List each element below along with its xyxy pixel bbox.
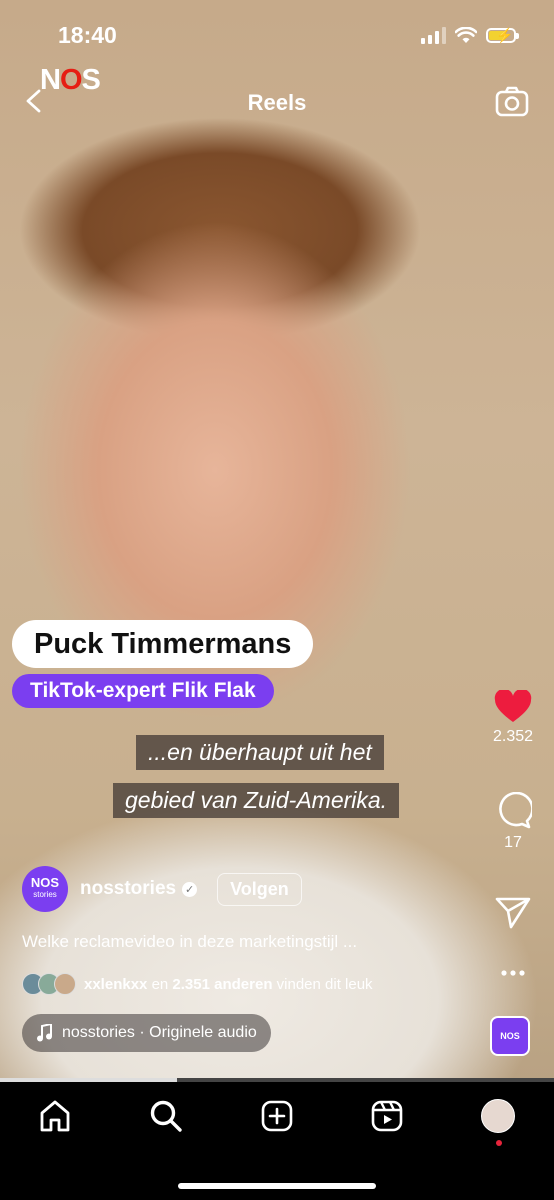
video-player[interactable] xyxy=(0,0,554,1080)
role-tag: TikTok-expert Flik Flak xyxy=(12,674,274,708)
audio-label: nosstories · Originele audio xyxy=(62,1024,257,1041)
liked-by-row[interactable]: xxlenkxx en 2.351 anderen vinden dit leu… xyxy=(22,973,373,995)
profile-avatar[interactable] xyxy=(481,1099,515,1133)
tab-create[interactable] xyxy=(257,1096,297,1136)
liker-username[interactable]: xxlenkxx xyxy=(84,976,147,993)
tab-reels[interactable] xyxy=(367,1096,407,1136)
avatar-logo-text: NOS xyxy=(30,875,60,890)
liked-by-others[interactable]: 2.351 anderen xyxy=(172,976,272,993)
page-title: Reels xyxy=(247,90,307,115)
tab-profile[interactable] xyxy=(478,1096,518,1146)
audio-pill[interactable]: nosstories · Originele audio xyxy=(22,1014,271,1052)
subtitle-line-2: gebied van Zuid-Amerika. xyxy=(113,783,400,818)
share-action[interactable] xyxy=(492,896,534,930)
liked-by-joiner: en xyxy=(151,975,169,993)
clock: 18:40 xyxy=(58,22,117,48)
verified-badge-icon: ✓ xyxy=(182,881,198,897)
reels-icon[interactable] xyxy=(370,1099,404,1133)
follow-button[interactable]: Volgen xyxy=(217,872,302,906)
tab-home[interactable] xyxy=(35,1096,75,1136)
comments-count: 17 xyxy=(504,834,522,851)
subtitle-line-1: ...en überhaupt uit het xyxy=(136,735,384,770)
account-username[interactable]: nosstories xyxy=(80,878,176,900)
heart-icon[interactable] xyxy=(494,690,532,724)
signal-icon xyxy=(421,27,446,44)
home-indicator xyxy=(178,1183,376,1189)
name-tag: Puck Timmermans xyxy=(12,620,314,668)
notification-dot xyxy=(496,1140,502,1146)
caption[interactable]: Welke reclamevideo in deze marketingstij… xyxy=(22,932,357,952)
audio-thumb-text: NOS xyxy=(500,1031,520,1041)
liker-avatars xyxy=(22,973,76,995)
camera-icon[interactable] xyxy=(494,84,530,120)
battery-icon: ⚡ xyxy=(486,27,519,43)
reels-screen: 18:40 ⚡ NOS Reels Puck Timmermans TikTok… xyxy=(0,0,554,1200)
more-action[interactable] xyxy=(492,960,534,986)
tab-search[interactable] xyxy=(146,1096,186,1136)
account-row: NOS stories nosstories ✓ Volgen xyxy=(22,866,302,912)
search-icon[interactable] xyxy=(149,1099,183,1133)
status-bar: 18:40 ⚡ xyxy=(0,0,554,70)
audio-thumbnail[interactable]: NOS xyxy=(490,1016,530,1056)
more-dots-icon[interactable] xyxy=(500,960,526,986)
home-icon[interactable] xyxy=(38,1099,72,1133)
like-action[interactable]: 2.352 xyxy=(492,690,534,746)
likes-count: 2.352 xyxy=(492,728,534,745)
music-note-icon xyxy=(37,1024,52,1042)
status-icons: ⚡ xyxy=(421,27,519,44)
wifi-icon xyxy=(455,27,477,43)
account-avatar[interactable]: NOS stories xyxy=(22,866,68,912)
comment-action[interactable]: 17 xyxy=(492,792,534,852)
liker-avatar xyxy=(54,973,76,995)
liked-by-suffix: vinden dit leuk xyxy=(276,975,373,993)
comment-icon[interactable] xyxy=(494,792,532,830)
send-icon[interactable] xyxy=(495,896,531,930)
create-icon[interactable] xyxy=(260,1099,294,1133)
avatar-subtext: stories xyxy=(33,890,57,899)
